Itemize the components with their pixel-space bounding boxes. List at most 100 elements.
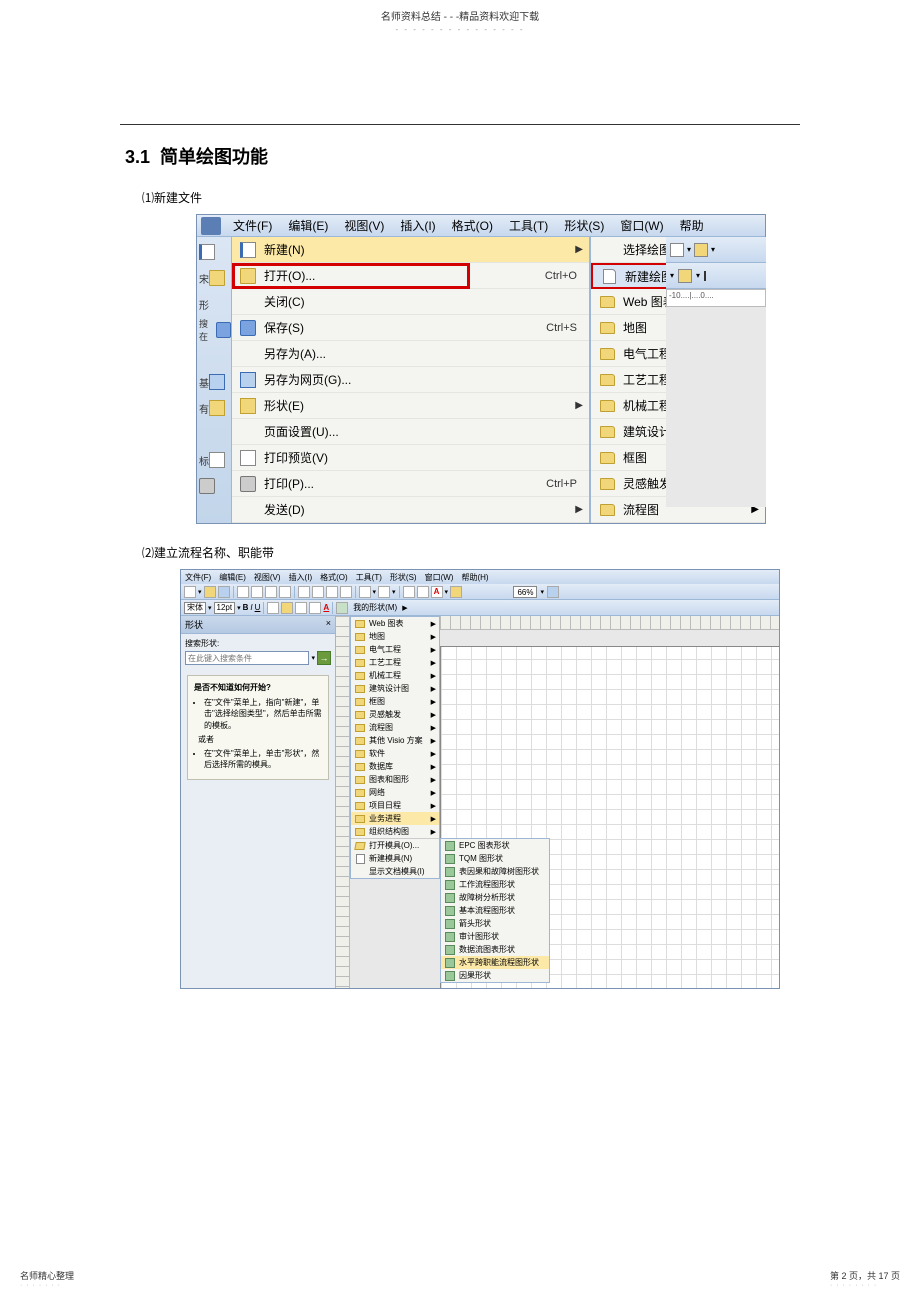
ss2-menu-item[interactable]: 工具(T) [356,572,382,583]
menu-tools[interactable]: 工具(T) [501,214,556,237]
file-menu-item[interactable]: 关闭(C) [232,289,589,315]
preview-icon[interactable] [209,452,225,468]
spell-icon[interactable] [265,586,277,598]
menu-insert[interactable]: 插入(I) [392,214,443,237]
search-input[interactable] [185,651,309,665]
shapes-category-item[interactable]: 数据库▶ [351,760,439,773]
stencil-item[interactable]: 基本流程图形状 [441,904,549,917]
menu-view[interactable]: 视图(V) [336,214,392,237]
redo-icon[interactable] [378,586,390,598]
format-painter-icon[interactable] [340,586,352,598]
shapes-pane-icon[interactable] [336,602,348,614]
my-shapes-label[interactable]: 我的形状(M) [350,602,400,613]
web-icon[interactable] [209,374,225,390]
align-center-icon[interactable] [281,602,293,614]
shapes-category-item[interactable]: 地图▶ [351,630,439,643]
bold-icon[interactable]: B [243,603,249,612]
print-icon[interactable] [199,478,215,494]
file-menu-item[interactable]: 形状(E)▶ [232,393,589,419]
stencil-item[interactable]: TQM 图形状 [441,852,549,865]
underline-icon[interactable]: U [255,603,261,612]
stencil-item[interactable]: 审计图形状 [441,930,549,943]
print-icon[interactable] [237,586,249,598]
italic-icon[interactable]: I [250,603,252,612]
file-menu-item[interactable]: 页面设置(U)... [232,419,589,445]
shapes-category-item[interactable]: 流程图▶ [351,721,439,734]
stencil-item[interactable]: 表因果和故障树图形状 [441,865,549,878]
ss2-menu-item[interactable]: 格式(O) [320,572,348,583]
font-size-box[interactable]: 12pt [214,602,236,614]
stencil-item[interactable]: 工作流程图形状 [441,878,549,891]
ss2-menu-item[interactable]: 窗口(W) [425,572,454,583]
shapes-category-item[interactable]: Web 图表▶ [351,617,439,630]
stencil-item[interactable]: EPC 图表形状 [441,839,549,852]
copy-icon[interactable] [312,586,324,598]
ss2-menu-item[interactable]: 帮助(H) [461,572,488,583]
file-menu-item[interactable]: 打印预览(V) [232,445,589,471]
menu-help[interactable]: 帮助 [672,214,712,237]
shapes-category-item[interactable]: 网络▶ [351,786,439,799]
ss2-menu-item[interactable]: 编辑(E) [219,572,246,583]
file-menu-item[interactable]: 另存为(A)... [232,341,589,367]
search-dropdown-icon[interactable]: ▾ [311,654,315,662]
shapes-category-item[interactable]: 建筑设计图▶ [351,682,439,695]
new-icon[interactable] [184,586,196,598]
align-right-icon[interactable] [295,602,307,614]
research-icon[interactable] [279,586,291,598]
font-family-box[interactable]: 宋体 [184,602,206,614]
shapes-footer-item[interactable]: 打开模具(O)... [351,839,439,852]
ss2-menu-item[interactable]: 插入(I) [289,572,313,583]
undo-icon[interactable] [359,586,371,598]
file-menu-item[interactable]: 另存为网页(G)... [232,367,589,393]
new-icon[interactable] [199,244,215,260]
fill-icon[interactable] [450,586,462,598]
fill-icon[interactable] [678,269,692,283]
ss2-menu-item[interactable]: 文件(F) [185,572,211,583]
shapes-category-item[interactable]: 图表和图形▶ [351,773,439,786]
shapes-category-item[interactable]: 项目日程▶ [351,799,439,812]
font-color-icon[interactable]: A [323,603,329,612]
save-icon[interactable] [218,586,230,598]
pointer-icon[interactable] [403,586,415,598]
align-left-icon[interactable] [267,602,279,614]
file-menu-item[interactable]: 发送(D)▶ [232,497,589,523]
shapes-category-item[interactable]: 机械工程▶ [351,669,439,682]
shapes-footer-item[interactable]: 显示文档模具(I) [351,865,439,878]
preview-icon[interactable] [251,586,263,598]
file-menu-item[interactable]: 保存(S)Ctrl+S [232,315,589,341]
shape-icon[interactable] [209,400,225,416]
menu-shape[interactable]: 形状(S) [556,214,612,237]
stencil-item[interactable]: 数据流图表形状 [441,943,549,956]
save-icon[interactable] [216,322,231,338]
file-menu-item[interactable]: 打开(O)...Ctrl+O [232,263,589,289]
shapes-category-item[interactable]: 业务进程▶ [351,812,439,825]
menu-file[interactable]: 文件(F) [225,214,280,237]
paste-icon[interactable] [326,586,338,598]
pointer-icon[interactable] [670,243,684,257]
search-go-button[interactable]: → [317,651,331,665]
align-justify-icon[interactable] [309,602,321,614]
shapes-category-item[interactable]: 灵感触发▶ [351,708,439,721]
shapes-category-item[interactable]: 工艺工程▶ [351,656,439,669]
shapes-footer-item[interactable]: 新建模具(N) [351,852,439,865]
shapes-category-item[interactable]: 电气工程▶ [351,643,439,656]
text-icon[interactable]: A [431,586,443,598]
open-icon[interactable] [204,586,216,598]
shapes-category-item[interactable]: 组织结构图▶ [351,825,439,838]
stencil-item[interactable]: 水平跨职能流程图形状 [441,956,549,969]
file-menu-item[interactable]: 新建(N)▶ [232,237,589,263]
menu-window[interactable]: 窗口(W) [612,214,671,237]
close-icon[interactable]: × [326,618,331,631]
connector-icon[interactable] [417,586,429,598]
stencil-item[interactable]: 故障树分析形状 [441,891,549,904]
menu-format[interactable]: 格式(O) [444,214,501,237]
line-icon[interactable] [704,271,706,281]
stencil-item[interactable]: 因果形状 [441,969,549,982]
ss2-menu-item[interactable]: 形状(S) [390,572,417,583]
open-icon[interactable] [209,270,225,286]
shapes-category-item[interactable]: 框图▶ [351,695,439,708]
ss2-menu-item[interactable]: 视图(V) [254,572,281,583]
shapes-category-item[interactable]: 其他 Visio 方案▶ [351,734,439,747]
shapes-category-item[interactable]: 软件▶ [351,747,439,760]
cut-icon[interactable] [298,586,310,598]
